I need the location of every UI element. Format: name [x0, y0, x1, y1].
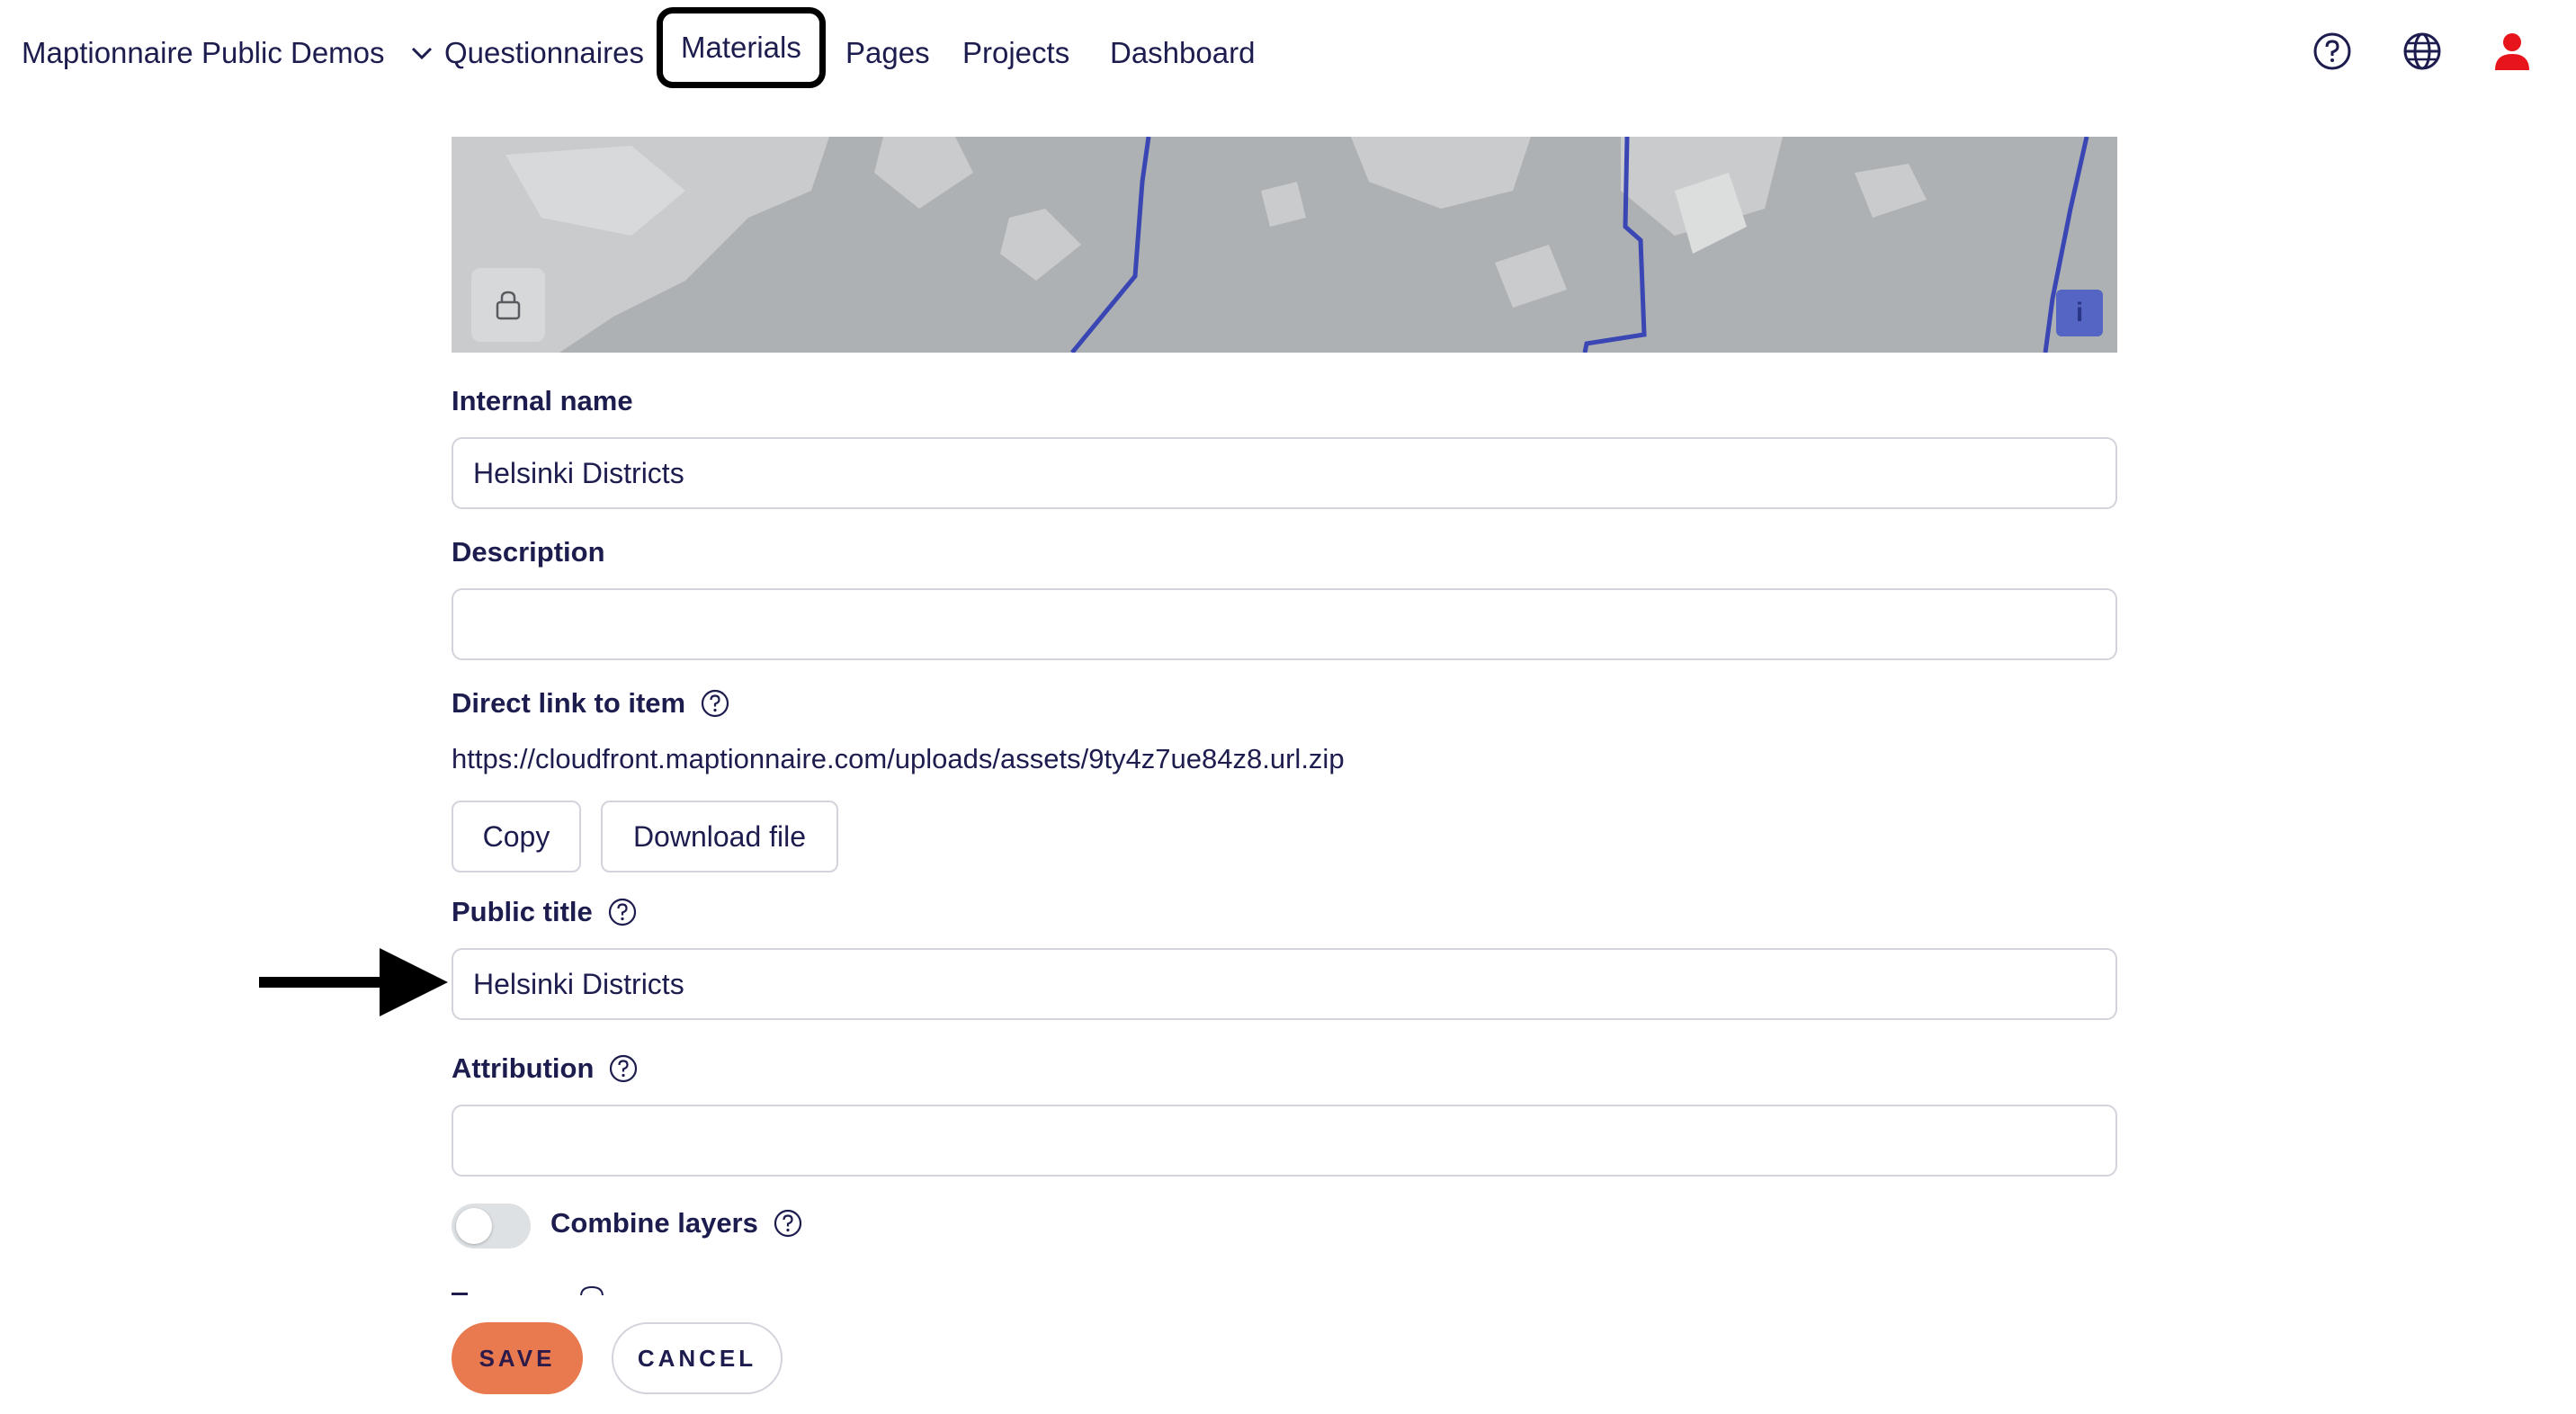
public-title-label: Public title: [452, 896, 638, 928]
nav-materials[interactable]: Materials: [657, 7, 826, 88]
copy-button[interactable]: Copy: [452, 801, 581, 873]
nav-questionnaires[interactable]: Questionnaires: [444, 0, 644, 106]
map-info-button[interactable]: i: [2056, 290, 2103, 336]
public-title-input[interactable]: [452, 948, 2117, 1020]
user-icon[interactable]: [2491, 31, 2533, 72]
chevron-down-icon: [411, 47, 432, 60]
internal-name-label: Internal name: [452, 385, 633, 417]
description-label-text: Description: [452, 536, 605, 568]
nav-projects[interactable]: Projects: [962, 0, 1069, 106]
nav-dashboard[interactable]: Dashboard: [1110, 0, 1255, 106]
direct-link-label: Direct link to item: [452, 687, 730, 720]
clipped-field-label: [452, 1284, 613, 1295]
org-name: Maptionnaire Public Demos: [22, 36, 385, 69]
lock-icon: [496, 291, 521, 320]
arrow-right-icon: [259, 948, 448, 1016]
map-preview[interactable]: i: [452, 137, 2117, 353]
help-circle-icon[interactable]: [607, 897, 638, 927]
attribution-input[interactable]: [452, 1105, 2117, 1177]
direct-link-label-text: Direct link to item: [452, 687, 686, 719]
description-label: Description: [452, 536, 605, 568]
combine-layers-label: Combine layers: [550, 1207, 803, 1239]
description-input[interactable]: [452, 588, 2117, 660]
help-circle-icon[interactable]: [608, 1053, 639, 1084]
download-file-button[interactable]: Download file: [601, 801, 838, 873]
combine-layers-toggle[interactable]: [452, 1204, 531, 1248]
map-land: [452, 137, 2089, 353]
toggle-knob: [456, 1208, 492, 1244]
help-circle-icon[interactable]: [773, 1208, 803, 1239]
attribution-label: Attribution: [452, 1052, 639, 1085]
help-circle-icon[interactable]: [2312, 31, 2353, 72]
clipped-label-fragment: [452, 1285, 604, 1295]
internal-name-input[interactable]: [452, 437, 2117, 509]
org-switcher[interactable]: Maptionnaire Public Demos: [22, 0, 435, 106]
save-button[interactable]: SAVE: [452, 1322, 583, 1394]
public-title-label-text: Public title: [452, 896, 593, 927]
nav-pages[interactable]: Pages: [845, 0, 930, 106]
globe-icon[interactable]: [2402, 31, 2443, 72]
internal-name-label-text: Internal name: [452, 385, 633, 416]
direct-link-url: https://cloudfront.maptionnaire.com/uplo…: [452, 743, 1345, 774]
cancel-button[interactable]: CANCEL: [612, 1322, 783, 1394]
combine-layers-label-text: Combine layers: [550, 1207, 758, 1239]
help-circle-icon[interactable]: [700, 688, 730, 719]
form-footer: SAVE CANCEL: [0, 1295, 2576, 1414]
map-lock-button[interactable]: [471, 268, 545, 342]
attribution-label-text: Attribution: [452, 1052, 595, 1084]
top-navigation: Maptionnaire Public Demos Questionnaires…: [0, 0, 2576, 106]
